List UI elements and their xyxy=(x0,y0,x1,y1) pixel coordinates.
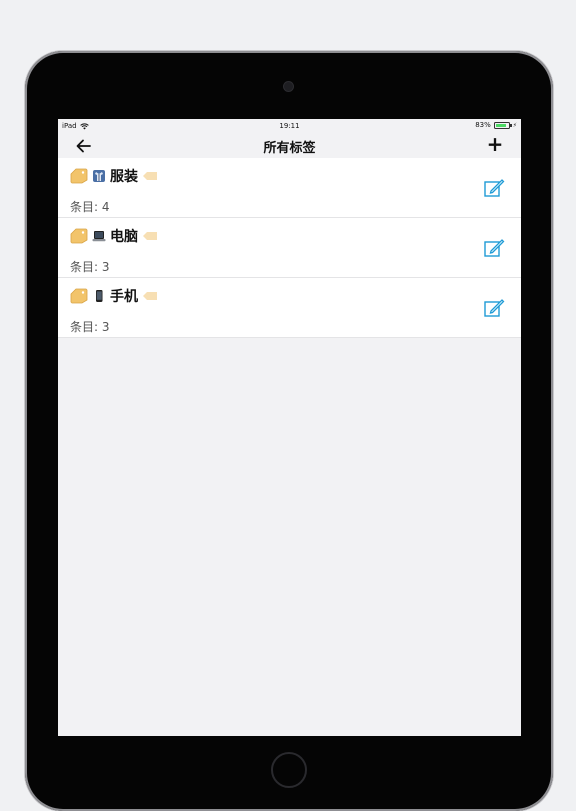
tag-count: 条目: 3 xyxy=(70,260,110,274)
navigation-bar: 所有标签 + xyxy=(58,133,521,158)
label-tag-icon xyxy=(143,172,157,180)
clothing-icon xyxy=(93,170,105,182)
edit-icon[interactable] xyxy=(483,177,505,199)
phone-icon xyxy=(96,290,103,302)
clock: 19:11 xyxy=(279,122,300,130)
status-bar: iPad 19:11 83% ⚡ xyxy=(58,119,521,133)
label-tag-icon xyxy=(143,232,157,240)
add-tag-button[interactable]: + xyxy=(485,134,505,154)
edit-icon[interactable] xyxy=(483,237,505,259)
tag-name: 手机 xyxy=(110,289,138,305)
tag-list: 服装 条目: 4 电脑 条目: 3 手机 条目: 3 xyxy=(58,158,521,338)
camera xyxy=(284,82,293,91)
tag-icon xyxy=(70,228,88,244)
page-title: 所有标签 xyxy=(263,141,316,156)
tag-row[interactable]: 手机 条目: 3 xyxy=(58,278,521,338)
tag-icon xyxy=(70,288,88,304)
laptop-icon xyxy=(92,231,106,242)
tag-name: 电脑 xyxy=(110,229,138,245)
home-button[interactable] xyxy=(271,752,307,788)
tag-icon xyxy=(70,168,88,184)
battery-percent: 83% xyxy=(475,121,491,129)
tag-row[interactable]: 电脑 条目: 3 xyxy=(58,218,521,278)
app-screen: iPad 19:11 83% ⚡ 所有标签 + 服装 条目: 4 电脑 条目: … xyxy=(58,119,521,736)
tag-row[interactable]: 服装 条目: 4 xyxy=(58,158,521,218)
charging-icon: ⚡ xyxy=(512,121,517,129)
tag-count: 条目: 3 xyxy=(70,320,110,334)
battery-icon xyxy=(493,121,512,129)
tag-name: 服装 xyxy=(110,169,138,185)
edit-icon[interactable] xyxy=(483,297,505,319)
label-tag-icon xyxy=(143,292,157,300)
tag-count: 条目: 4 xyxy=(70,200,110,214)
